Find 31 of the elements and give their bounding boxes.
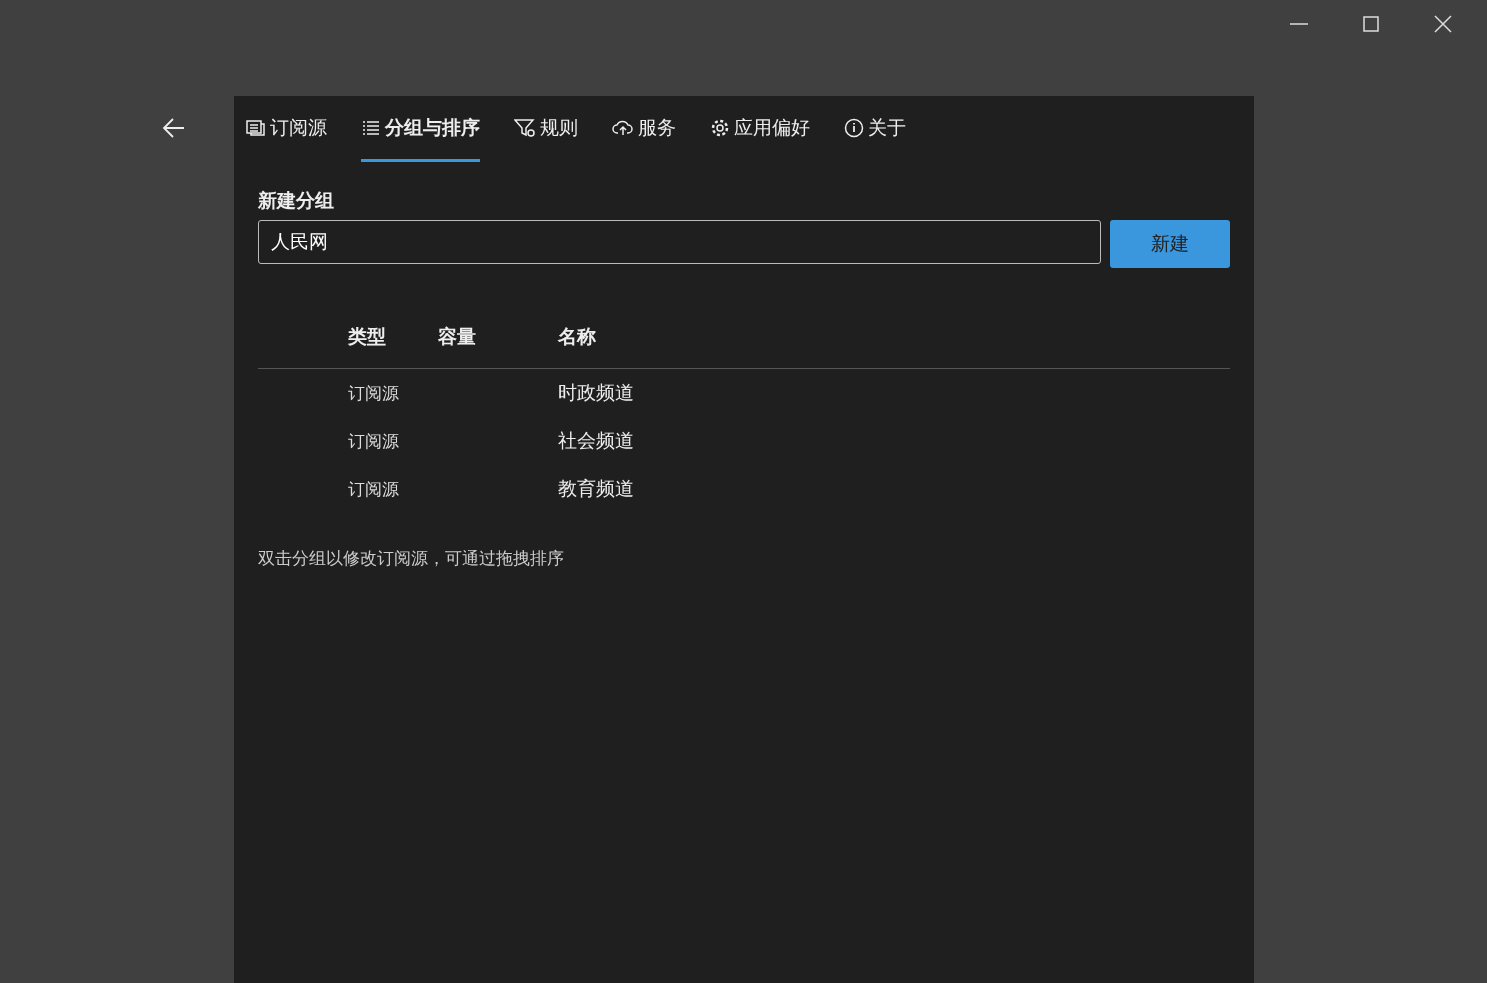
gear-icon [710,117,730,138]
nav-tab[interactable]: 应用偏好 [710,96,810,162]
type-cell-text: 订阅源 [348,381,400,405]
nav-tab[interactable]: 分组与排序 [361,96,480,162]
group-row[interactable]: 订阅源 时政频道 [258,369,1230,417]
type-cell-text: 订阅源 [348,477,400,501]
list-icon [361,118,381,137]
name-cell-text: 时政频道 [558,380,634,405]
info-icon [844,117,864,138]
column-header: 名称 [558,324,596,349]
nav-tab[interactable]: 订阅源 [246,96,327,162]
group-row[interactable]: 订阅源 教育频道 [258,465,1230,513]
column-header: 容量 [438,324,477,349]
nav-tab[interactable]: 服务 [612,96,676,162]
maximize-icon[interactable] [1361,14,1381,34]
hint-text: 双击分组以修改订阅源，可通过拖拽排序 [258,547,565,570]
group-row[interactable]: 订阅源 社会频道 [258,417,1230,465]
close-icon[interactable] [1433,14,1453,34]
back-arrow-icon[interactable] [162,118,186,138]
section-heading: 新建分组 [258,188,335,213]
group-name-field[interactable]: 人民网 [258,220,1101,264]
type-cell-text: 订阅源 [348,429,400,453]
create-button[interactable]: 新建 [1110,220,1230,268]
filter-icon [514,117,536,138]
name-cell-text: 社会频道 [558,428,634,453]
name-cell-text: 教育频道 [558,476,634,501]
column-header: 类型 [348,324,387,349]
nav-tab[interactable]: 规则 [514,96,578,162]
newspaper-icon [246,118,266,137]
nav-tab[interactable]: 关于 [844,96,906,162]
cloud-icon [612,118,634,137]
